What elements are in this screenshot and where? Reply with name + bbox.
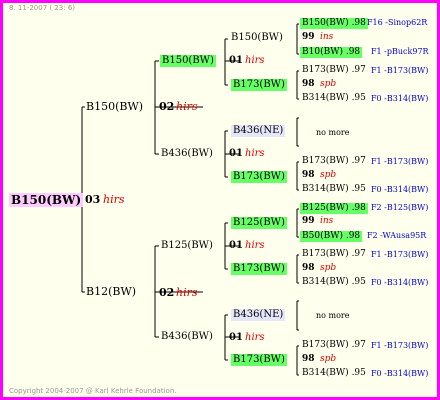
gen3-bee: B173(BW) [231, 171, 287, 183]
gen4-reference: F1 -B173(BW) [371, 341, 429, 350]
gen3-bee: B173(BW) [231, 354, 287, 366]
gen2-generation: 01 [229, 240, 243, 251]
gen4-generation: 99 [302, 216, 315, 226]
gen3-bee: B436(NE) [231, 309, 286, 321]
gen3-bee: B173(BW) [231, 79, 287, 91]
gen1-note: hirs [176, 286, 198, 299]
gen2-bee: B436(BW) [161, 148, 213, 159]
gen4-bee: B173(BW) .97 [302, 156, 366, 166]
gen4-reference: F0 -B314(BW) [371, 369, 429, 378]
root-bee: B150(BW) [9, 193, 84, 207]
gen4-bee: B314(BW) .95 [302, 93, 366, 103]
gen1-bee: B150(BW) [86, 100, 144, 113]
gen3-bee: B125(BW) [231, 217, 287, 229]
gen2-generation: 01 [229, 55, 243, 66]
footer-copyright: Copyright 2004-2007 @ Karl Kehrle Founda… [9, 387, 177, 395]
header-date: 8. 11-2007 ( 23: 6) [9, 4, 76, 12]
root-note: hirs [103, 193, 125, 206]
gen4-note: ins [320, 216, 334, 226]
gen2-note: hirs [245, 55, 265, 66]
gen1-note: hirs [176, 100, 198, 113]
gen4-reference: F2 -WAusa95R [367, 231, 427, 240]
gen3-bee: B436(NE) [231, 125, 286, 137]
gen2-bee: B436(BW) [161, 331, 213, 342]
root-generation: 03 [85, 193, 101, 206]
gen3-bee: B173(BW) [231, 263, 287, 275]
gen4-note: spb [320, 170, 337, 180]
gen4-bee: B173(BW) .97 [302, 249, 366, 259]
pedigree-frame: 8. 11-2007 ( 23: 6) Copyright 2004-2007 … [0, 0, 440, 400]
gen4-generation: 98 [302, 263, 315, 273]
gen4-bee: B173(BW) .97 [302, 65, 366, 75]
gen2-note: hirs [245, 332, 265, 343]
gen1-generation: 02 [159, 100, 175, 113]
gen4-reference: F0 -B314(BW) [371, 185, 429, 194]
gen4-generation: 98 [302, 354, 315, 364]
gen4-bee: B314(BW) .95 [302, 277, 366, 287]
gen4-bee: B173(BW) .97 [302, 340, 366, 350]
gen4-note: spb [320, 79, 337, 89]
gen4-generation: 98 [302, 79, 315, 89]
no-more-label: no more [316, 128, 350, 137]
gen3-bee: B150(BW) [231, 32, 283, 43]
gen4-reference: F16 -Sinop62R [367, 18, 428, 27]
gen4-reference: F1 -B173(BW) [371, 66, 429, 75]
gen4-bee: B314(BW) .95 [302, 184, 366, 194]
gen2-bee: B150(BW) [160, 55, 216, 67]
gen2-generation: 01 [229, 332, 243, 343]
gen4-reference: F1 -pBuck97R [371, 47, 429, 56]
gen4-generation: 99 [302, 32, 315, 42]
gen4-note: spb [320, 354, 337, 364]
gen4-reference: F0 -B314(BW) [371, 278, 429, 287]
gen4-generation: 98 [302, 170, 315, 180]
gen1-bee: B12(BW) [86, 285, 137, 298]
gen4-bee: B314(BW) .95 [302, 368, 366, 378]
gen2-generation: 01 [229, 148, 243, 159]
gen4-reference: F1 -B173(BW) [371, 157, 429, 166]
gen4-note: spb [320, 263, 337, 273]
no-more-label: no more [316, 311, 350, 320]
gen4-note: ins [320, 32, 334, 42]
gen4-bee: B10(BW) .98 [300, 47, 363, 58]
gen4-reference: F1 -B173(BW) [371, 250, 429, 259]
gen4-reference: F2 -B125(BW) [371, 203, 429, 212]
gen4-bee: B150(BW) .98 [300, 18, 368, 29]
gen4-bee: B50(BW) .98 [300, 231, 363, 242]
gen2-note: hirs [245, 148, 265, 159]
gen2-bee: B125(BW) [161, 240, 213, 251]
gen4-reference: F0 -B314(BW) [371, 94, 429, 103]
gen2-note: hirs [245, 240, 265, 251]
gen1-generation: 02 [159, 286, 175, 299]
gen4-bee: B125(BW) .98 [300, 203, 368, 214]
